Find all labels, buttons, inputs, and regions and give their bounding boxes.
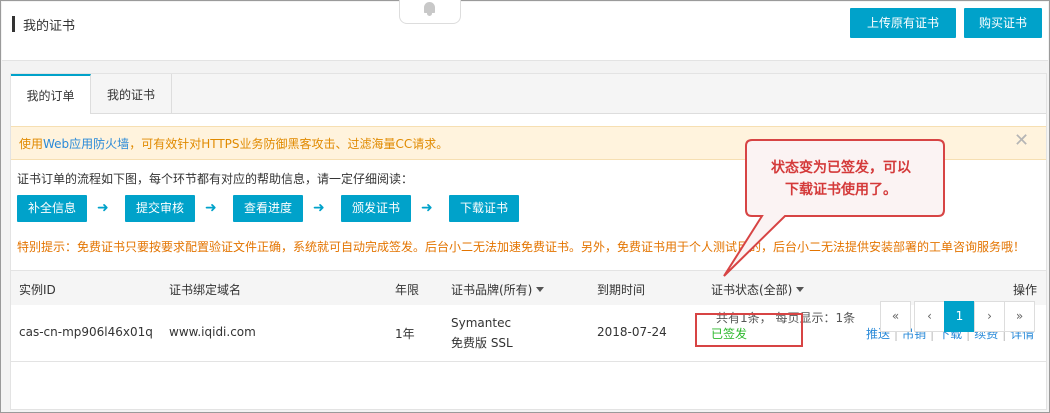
annotation-line-1: 状态变为已签发，可以 — [771, 160, 911, 176]
annotation-callout — [723, 139, 945, 277]
status-highlight-box — [695, 313, 803, 347]
annotation-text: 状态变为已签发，可以 下载证书使用了。 — [740, 157, 942, 201]
annotation-line-2: 下载证书使用了。 — [785, 182, 897, 198]
